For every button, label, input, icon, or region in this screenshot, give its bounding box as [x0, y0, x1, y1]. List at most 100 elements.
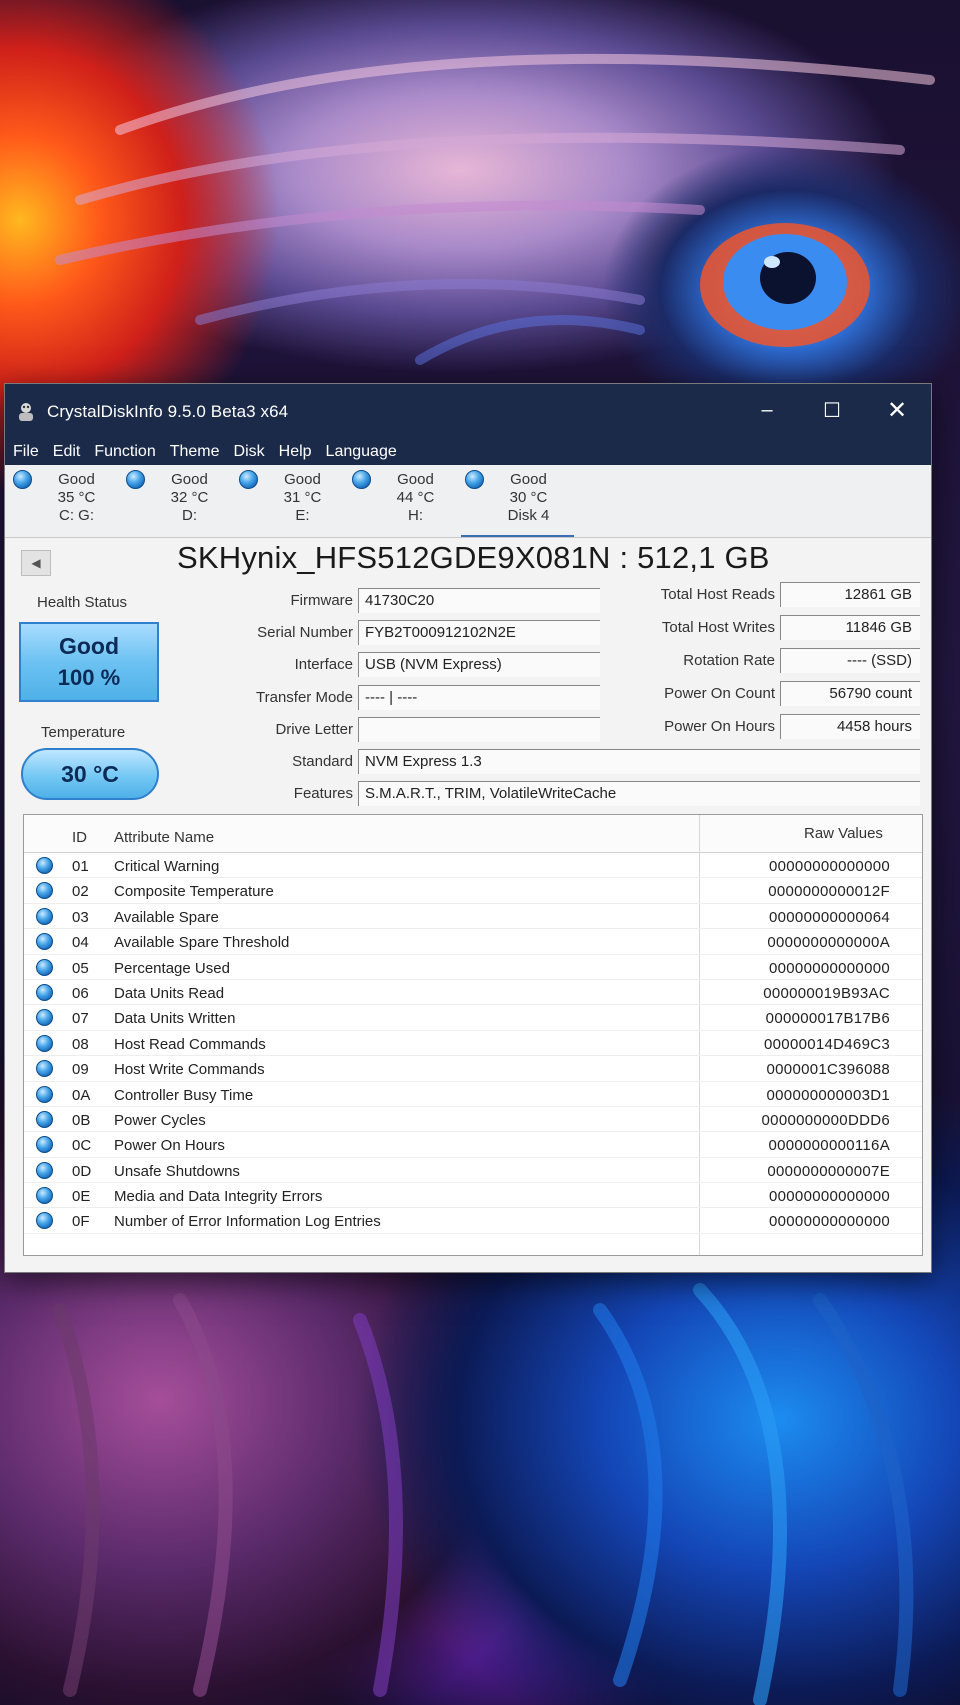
table-header: ID Attribute Name Raw Values [24, 815, 922, 1255]
attribute-name: Media and Data Integrity Errors [114, 1188, 323, 1206]
header-attribute-name[interactable]: Attribute Name [114, 829, 214, 846]
status-dot-icon [36, 1212, 53, 1230]
minimize-button[interactable]: – [745, 394, 789, 426]
table-row[interactable]: 07 Data Units Written 000000017B17B6 [24, 1005, 922, 1031]
health-status-value: Good [58, 633, 120, 659]
attribute-name: Power On Hours [114, 1137, 225, 1155]
table-row[interactable]: 0F Number of Error Information Log Entrie… [24, 1208, 922, 1234]
attribute-raw-value: 00000000000000 [769, 858, 890, 875]
attribute-name: Composite Temperature [114, 883, 274, 901]
table-row[interactable]: 0D Unsafe Shutdowns 0000000000007E [24, 1158, 922, 1184]
menu-disk[interactable]: Disk [234, 443, 265, 461]
table-row[interactable]: 0B Power Cycles 0000000000DDD6 [24, 1107, 922, 1133]
status-dot-icon [36, 958, 53, 976]
header-raw-values[interactable]: Raw Values [804, 825, 883, 842]
table-row[interactable]: 02 Composite Temperature 0000000000012F [24, 878, 922, 904]
transfer-mode-value: ---- | ---- [358, 685, 600, 710]
power-on-hours-value: 4458 hours [780, 714, 920, 739]
attribute-id: 0D [72, 1162, 92, 1180]
status-dot-icon [352, 470, 371, 489]
health-status-badge[interactable]: Good 100 % [19, 622, 159, 702]
table-row[interactable]: 04 Available Spare Threshold 0000000000000… [24, 929, 922, 955]
attribute-id: 0C [72, 1137, 92, 1155]
attribute-raw-value: 0000000000116A [768, 1137, 890, 1155]
menu-language[interactable]: Language [326, 443, 397, 461]
previous-disk-button[interactable]: ◀ [21, 550, 51, 576]
attribute-name: Power Cycles [114, 1111, 206, 1129]
status-dot-icon [36, 857, 53, 874]
attribute-name: Host Write Commands [114, 1061, 265, 1079]
serial-number-label: Serial Number [257, 624, 353, 641]
menu-file[interactable]: File [13, 443, 39, 461]
attribute-id: 0F [72, 1213, 90, 1231]
attribute-name: Controller Busy Time [114, 1086, 254, 1104]
table-row[interactable]: 09 Host Write Commands 0000001C396088 [24, 1056, 922, 1082]
temperature-badge[interactable]: 30 °C [21, 748, 159, 800]
close-button[interactable]: ✕ [875, 394, 919, 426]
disk-tab-3[interactable]: Good 44 °C H: [348, 465, 461, 537]
firmware-label: Firmware [290, 592, 354, 609]
drive-letter-label: Drive Letter [275, 721, 353, 738]
status-dot-icon [36, 1034, 53, 1052]
attribute-raw-value: 000000019B93AC [763, 984, 890, 1002]
attribute-name: Critical Warning [114, 858, 220, 875]
disk-tab-1[interactable]: Good 32 °C D: [122, 465, 235, 537]
table-row[interactable]: 06 Data Units Read 000000019B93AC [24, 980, 922, 1006]
maximize-button[interactable]: ☐ [810, 394, 854, 426]
health-percent: 100 % [57, 665, 121, 690]
disk-letter: Disk 4 [507, 507, 550, 524]
smart-attributes-table[interactable]: ID Attribute Name Raw Values 01 Critical … [23, 814, 923, 1256]
disk-tab-4[interactable]: Good 30 °C Disk 4 [461, 465, 574, 537]
menu-help[interactable]: Help [279, 443, 312, 461]
table-row[interactable]: 0A Controller Busy Time 000000000003D1 [24, 1082, 922, 1107]
attribute-name: Available Spare [114, 908, 219, 926]
table-row[interactable]: 0C Power On Hours 0000000000116A [24, 1132, 922, 1158]
features-label: Features [293, 785, 353, 802]
header-id[interactable]: ID [72, 829, 87, 846]
menu-function[interactable]: Function [94, 443, 155, 461]
drive-title: SKHynix_HFS512GDE9X081N : 512,1 GB [177, 540, 770, 575]
menu-theme[interactable]: Theme [170, 443, 220, 461]
app-icon [19, 402, 33, 421]
attribute-raw-value: 0000000000007E [767, 1162, 890, 1180]
disk-tab-2[interactable]: Good 31 °C E: [235, 465, 348, 537]
table-row[interactable]: 0E Media and Data Integrity Errors 0000000… [24, 1183, 922, 1209]
disk-tab-0[interactable]: Good 35 °C C: G: [9, 465, 122, 537]
status-dot-icon [36, 933, 53, 951]
attribute-name: Unsafe Shutdowns [114, 1162, 240, 1180]
status-dot-icon [36, 1161, 53, 1179]
attribute-id: 0A [72, 1086, 91, 1104]
attribute-raw-value: 00000000000000 [769, 1213, 890, 1231]
window-title: CrystalDiskInfo 9.5.0 Beta3 x64 [47, 401, 289, 421]
disk-temp: 31 °C [283, 489, 322, 506]
attribute-name: Data Units Written [114, 1010, 236, 1028]
total-host-reads-label: Total Host Reads [660, 586, 775, 603]
total-host-writes-label: Total Host Writes [661, 619, 775, 636]
standard-label: Standard [292, 753, 353, 770]
status-dot-icon [36, 882, 53, 900]
attribute-raw-value: 00000000000064 [769, 908, 890, 926]
table-row[interactable]: 05 Percentage Used 00000000000000 [24, 955, 922, 980]
attribute-id: 02 [72, 883, 89, 901]
temperature-label: Temperature [41, 724, 126, 741]
disk-letter: H: [408, 507, 423, 524]
disk-letter: C: G: [58, 507, 94, 524]
status-dot-icon [36, 1187, 53, 1205]
table-row[interactable]: 01 Critical Warning 00000000000000 [24, 853, 922, 879]
table-row[interactable]: 03 Available Spare 00000000000064 [24, 904, 922, 930]
menu-edit[interactable]: Edit [53, 443, 81, 461]
power-on-count-label: Power On Count [664, 685, 775, 702]
rotation-rate-label: Rotation Rate [683, 652, 775, 669]
crystaldiskinfo-window: CrystalDiskInfo 9.5.0 Beta3 x64 – ☐ ✕ Fi… [4, 383, 932, 1273]
serial-number-value: FYB2T000912102N2E [358, 620, 600, 645]
attribute-name: Number of Error Information Log Entries [114, 1213, 381, 1231]
attribute-id: 0E [72, 1188, 91, 1206]
title-bar[interactable]: CrystalDiskInfo 9.5.0 Beta3 x64 – ☐ ✕ [5, 384, 931, 439]
attribute-raw-value: 00000000000000 [769, 1188, 890, 1206]
disk-temp: 35 °C [57, 489, 96, 506]
table-row[interactable]: 08 Host Read Commands 00000014D469C3 [24, 1031, 922, 1057]
attribute-raw-value: 0000000000012F [768, 883, 890, 901]
status-dot-icon [36, 1136, 53, 1154]
attribute-id: 06 [72, 984, 89, 1002]
status-dot-icon [36, 1060, 53, 1078]
